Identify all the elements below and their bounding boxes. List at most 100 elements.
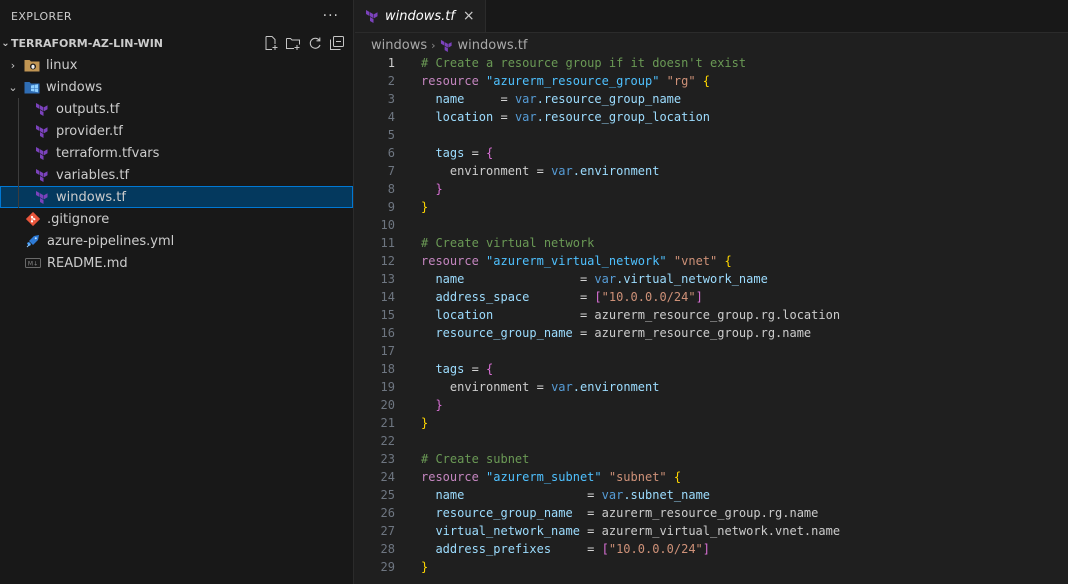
operator: =: [464, 272, 594, 286]
tree-item-label: windows: [46, 80, 102, 95]
new-folder-icon[interactable]: [285, 35, 301, 51]
terraform-icon: [34, 123, 50, 139]
tree-item-readme[interactable]: M↓ README.md: [0, 252, 353, 274]
line-number: 28: [355, 540, 421, 558]
line-number: 26: [355, 504, 421, 522]
line-number: 12: [355, 252, 421, 270]
resource-type: "azurerm_resource_group": [486, 74, 659, 88]
code-line: 4 location = var.resource_group_location: [355, 108, 1068, 126]
keyword: resource: [421, 254, 479, 268]
operator: =: [464, 362, 486, 376]
tree-item-outputs-tf[interactable]: outputs.tf: [0, 98, 353, 120]
code-line: 20 }: [355, 396, 1068, 414]
code-line: 28 address_prefixes = ["10.0.0.0/24"]: [355, 540, 1068, 558]
tree-item-label: windows.tf: [56, 190, 126, 205]
resource-name: "vnet": [674, 254, 717, 268]
code-line: 26 resource_group_name = azurerm_resourc…: [355, 504, 1068, 522]
tree-item-label: outputs.tf: [56, 102, 119, 117]
operator: =: [493, 308, 594, 322]
line-number: 21: [355, 414, 421, 432]
code-line: 12resource "azurerm_virtual_network" "vn…: [355, 252, 1068, 270]
var-keyword: var: [551, 164, 573, 178]
new-file-icon[interactable]: [263, 35, 279, 51]
code-line: 8 }: [355, 180, 1068, 198]
code-editor[interactable]: 1# Create a resource group if it doesn't…: [355, 54, 1068, 576]
keyword: resource: [421, 470, 479, 484]
attribute-key: resource_group_name: [435, 506, 572, 520]
resource-type: "azurerm_virtual_network": [486, 254, 667, 268]
line-number: 3: [355, 90, 421, 108]
terraform-icon: [440, 39, 453, 52]
string-value: "10.0.0.0/24": [609, 542, 703, 556]
breadcrumb-folder[interactable]: windows: [371, 38, 427, 53]
line-number: 16: [355, 324, 421, 342]
attribute-key: environment: [450, 380, 529, 394]
collapse-all-icon[interactable]: [329, 35, 345, 51]
line-number: 19: [355, 378, 421, 396]
line-number: 1: [355, 54, 421, 72]
tree-item-label: linux: [46, 58, 77, 73]
tree-item-gitignore[interactable]: .gitignore: [0, 208, 353, 230]
code-line: 1# Create a resource group if it doesn't…: [355, 54, 1068, 72]
operator: =: [573, 506, 602, 520]
tab-windows-tf[interactable]: windows.tf ×: [355, 0, 486, 32]
tree-item-label: terraform.tfvars: [56, 146, 159, 161]
code-line: 23# Create subnet: [355, 450, 1068, 468]
code-line: 19 environment = var.environment: [355, 378, 1068, 396]
refresh-icon[interactable]: [307, 35, 323, 51]
chevron-right-icon: ›: [6, 59, 20, 72]
tree-item-label: provider.tf: [56, 124, 123, 139]
line-number: 2: [355, 72, 421, 90]
code-line: 7 environment = var.environment: [355, 162, 1068, 180]
reference-value: azurerm_resource_group.rg.name: [602, 506, 819, 520]
tree-item-terraform-tfvars[interactable]: terraform.tfvars: [0, 142, 353, 164]
keyword: resource: [421, 74, 479, 88]
operator: =: [464, 488, 601, 502]
var-keyword: var: [551, 380, 573, 394]
line-number: 24: [355, 468, 421, 486]
resource-name: "rg": [667, 74, 696, 88]
attribute-key: virtual_network_name: [435, 524, 580, 538]
line-number: 10: [355, 216, 421, 234]
tree-item-label: README.md: [47, 256, 128, 271]
tree-item-windows-tf[interactable]: windows.tf: [0, 186, 353, 208]
chevron-right-icon: ›: [431, 39, 435, 52]
line-number: 13: [355, 270, 421, 288]
line-number: 15: [355, 306, 421, 324]
editor-group: windows.tf × windows › windows.tf 1# Cre…: [355, 0, 1068, 584]
terraform-icon: [34, 189, 50, 205]
terraform-icon: [34, 167, 50, 183]
tree-item-variables-tf[interactable]: variables.tf: [0, 164, 353, 186]
line-number: 8: [355, 180, 421, 198]
var-attribute: .subnet_name: [623, 488, 710, 502]
operator: =: [573, 326, 595, 340]
tree-item-linux[interactable]: › linux: [0, 54, 353, 76]
tree-item-provider-tf[interactable]: provider.tf: [0, 120, 353, 142]
code-line: 21}: [355, 414, 1068, 432]
tree-item-azure-pipelines[interactable]: azure-pipelines.yml: [0, 230, 353, 252]
line-number: 18: [355, 360, 421, 378]
breadcrumb-file[interactable]: windows.tf: [458, 38, 528, 53]
close-icon[interactable]: ×: [463, 8, 475, 24]
code-line: 5: [355, 126, 1068, 144]
var-attribute: .environment: [573, 380, 660, 394]
code-line: 13 name = var.virtual_network_name: [355, 270, 1068, 288]
code-line: 17: [355, 342, 1068, 360]
tree-item-label: variables.tf: [56, 168, 129, 183]
var-attribute: .resource_group_name: [537, 92, 682, 106]
tree-item-windows[interactable]: ⌄ windows: [0, 76, 353, 98]
operator: =: [529, 290, 594, 304]
attribute-key: resource_group_name: [435, 326, 572, 340]
line-number: 17: [355, 342, 421, 360]
more-actions-button[interactable]: ···: [321, 8, 341, 24]
code-line: 29}: [355, 558, 1068, 576]
attribute-key: name: [435, 92, 464, 106]
comment: # Create subnet: [421, 452, 529, 466]
operator: =: [464, 146, 486, 160]
code-line: 24resource "azurerm_subnet" "subnet" {: [355, 468, 1068, 486]
workspace-name: TERRAFORM-AZ-LIN-WIN: [11, 37, 163, 50]
workspace-section-header[interactable]: ⌄ TERRAFORM-AZ-LIN-WIN: [0, 32, 353, 54]
attribute-key: name: [435, 488, 464, 502]
svg-text:M↓: M↓: [28, 261, 38, 268]
line-number: 9: [355, 198, 421, 216]
